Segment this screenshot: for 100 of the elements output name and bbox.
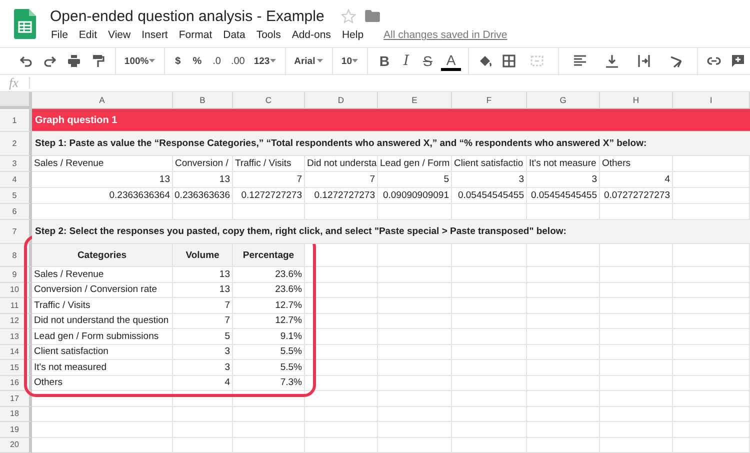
undo-icon[interactable] bbox=[19, 54, 33, 68]
empty-cell[interactable] bbox=[452, 344, 527, 360]
empty-cell[interactable] bbox=[452, 376, 527, 391]
empty-cell[interactable] bbox=[527, 244, 600, 267]
empty-cell[interactable] bbox=[173, 438, 233, 453]
bold-button[interactable]: B bbox=[374, 51, 395, 71]
empty-cell[interactable] bbox=[305, 298, 378, 314]
empty-cell[interactable] bbox=[452, 298, 527, 314]
empty-cell[interactable] bbox=[378, 267, 452, 282]
empty-cell[interactable] bbox=[527, 314, 600, 329]
select-all-corner[interactable] bbox=[0, 92, 32, 109]
paint-format-icon[interactable] bbox=[91, 54, 105, 68]
fill-color-icon[interactable] bbox=[478, 54, 492, 68]
empty-cell[interactable] bbox=[452, 422, 527, 438]
empty-cell[interactable] bbox=[233, 406, 305, 422]
menu-item[interactable]: Help bbox=[340, 29, 370, 41]
font-size-dropdown[interactable]: 10 bbox=[337, 51, 362, 71]
decrease-decimals-button[interactable]: .0 bbox=[210, 51, 224, 71]
empty-cell[interactable] bbox=[673, 422, 750, 438]
empty-cell[interactable] bbox=[600, 298, 673, 314]
text-color-button[interactable]: A bbox=[441, 51, 461, 71]
empty-cell[interactable] bbox=[378, 344, 452, 360]
empty-cell[interactable] bbox=[527, 391, 600, 406]
more-formats-dropdown[interactable]: 123 bbox=[250, 51, 280, 71]
menu-item[interactable]: Format bbox=[178, 29, 218, 41]
strikethrough-button[interactable]: S bbox=[418, 51, 438, 71]
empty-cell[interactable] bbox=[452, 267, 527, 282]
empty-cell[interactable] bbox=[673, 156, 750, 172]
menu-item[interactable]: Add-ons bbox=[290, 29, 337, 41]
empty-cell[interactable] bbox=[527, 329, 600, 344]
row-header[interactable]: 9 bbox=[0, 267, 32, 282]
empty-cell[interactable] bbox=[173, 391, 233, 406]
empty-cell[interactable] bbox=[673, 267, 750, 282]
empty-cell[interactable] bbox=[673, 244, 750, 267]
empty-cell[interactable] bbox=[233, 422, 305, 438]
empty-cell[interactable] bbox=[527, 282, 600, 298]
empty-cell[interactable] bbox=[673, 376, 750, 391]
empty-cell[interactable] bbox=[378, 406, 452, 422]
empty-cell[interactable] bbox=[673, 360, 750, 376]
empty-cell[interactable] bbox=[673, 188, 750, 204]
empty-cell[interactable] bbox=[378, 391, 452, 406]
empty-cell[interactable] bbox=[600, 406, 673, 422]
folder-icon[interactable] bbox=[365, 10, 380, 22]
empty-cell[interactable] bbox=[600, 391, 673, 406]
menu-item[interactable]: Edit bbox=[78, 29, 104, 41]
empty-cell[interactable] bbox=[600, 344, 673, 360]
empty-cell[interactable] bbox=[673, 298, 750, 314]
empty-cell[interactable] bbox=[600, 422, 673, 438]
empty-cell[interactable] bbox=[600, 329, 673, 344]
empty-cell[interactable] bbox=[527, 298, 600, 314]
currency-button[interactable]: $ bbox=[171, 51, 185, 71]
row-header[interactable]: 13 bbox=[0, 329, 32, 344]
empty-cell[interactable] bbox=[673, 314, 750, 329]
document-title[interactable]: Open-ended question analysis - Example bbox=[50, 8, 324, 24]
menu-item[interactable]: View bbox=[107, 29, 137, 41]
empty-cell[interactable] bbox=[378, 438, 452, 453]
row-header[interactable]: 8 bbox=[0, 244, 32, 267]
empty-cell[interactable] bbox=[452, 438, 527, 453]
percent-button[interactable]: % bbox=[188, 51, 206, 71]
row-header[interactable]: 2 bbox=[0, 132, 32, 156]
empty-cell[interactable] bbox=[527, 267, 600, 282]
increase-decimals-button[interactable]: .00 bbox=[228, 51, 248, 71]
row-header[interactable]: 7 bbox=[0, 220, 32, 244]
empty-cell[interactable] bbox=[452, 244, 527, 267]
empty-cell[interactable] bbox=[305, 406, 378, 422]
italic-button[interactable]: I bbox=[398, 51, 414, 71]
font-dropdown[interactable]: Arial bbox=[290, 51, 327, 71]
empty-cell[interactable] bbox=[600, 438, 673, 453]
link-icon[interactable] bbox=[706, 54, 721, 68]
empty-cell[interactable] bbox=[378, 244, 452, 267]
row-header[interactable]: 18 bbox=[0, 406, 32, 422]
empty-cell[interactable] bbox=[527, 376, 600, 391]
empty-cell[interactable] bbox=[233, 391, 305, 406]
empty-cell[interactable] bbox=[305, 282, 378, 298]
empty-cell[interactable] bbox=[600, 267, 673, 282]
empty-cell[interactable] bbox=[673, 329, 750, 344]
row-header[interactable]: 15 bbox=[0, 360, 32, 376]
empty-cell[interactable] bbox=[378, 376, 452, 391]
empty-cell[interactable] bbox=[378, 329, 452, 344]
empty-cell[interactable] bbox=[378, 422, 452, 438]
row-header[interactable]: 11 bbox=[0, 298, 32, 314]
row-header[interactable]: 17 bbox=[0, 391, 32, 406]
row-header[interactable]: 4 bbox=[0, 172, 32, 188]
empty-cell[interactable] bbox=[527, 422, 600, 438]
empty-cell[interactable] bbox=[452, 360, 527, 376]
menu-item[interactable]: File bbox=[50, 29, 74, 41]
menu-item[interactable]: Data bbox=[222, 29, 252, 41]
empty-cell[interactable] bbox=[673, 344, 750, 360]
empty-cell[interactable] bbox=[305, 438, 378, 453]
empty-cell[interactable] bbox=[452, 406, 527, 422]
empty-cell[interactable] bbox=[673, 406, 750, 422]
row-header[interactable]: 5 bbox=[0, 188, 32, 204]
row-header[interactable]: 1 bbox=[0, 109, 32, 132]
empty-cell[interactable] bbox=[600, 376, 673, 391]
empty-cell[interactable] bbox=[527, 360, 600, 376]
row-header[interactable]: 19 bbox=[0, 422, 32, 438]
empty-cell[interactable] bbox=[305, 391, 378, 406]
empty-cell[interactable] bbox=[305, 376, 378, 391]
empty-cell[interactable] bbox=[527, 438, 600, 453]
menu-item[interactable]: Tools bbox=[255, 29, 287, 41]
